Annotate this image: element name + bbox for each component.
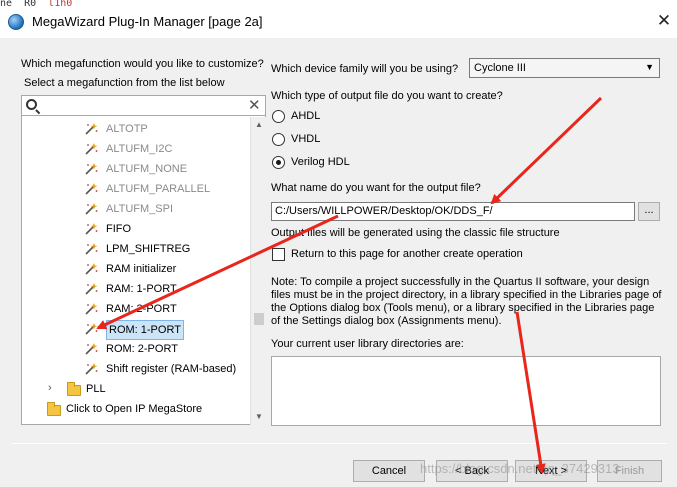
tree-scrollbar[interactable]: ▲ ▼	[250, 117, 266, 425]
radio-vhdl[interactable]	[272, 133, 285, 146]
tree-item-label: ROM: 2-PORT	[106, 343, 178, 355]
wand-icon	[84, 202, 98, 216]
wand-icon	[84, 342, 98, 356]
megafunction-list-panel: ✕ ALTOTP ALTUFM_I2C ALTUFM_NONE ALTUFM_PARA…	[21, 95, 266, 425]
tree-item-label: ALTUFM_PARALLEL	[106, 183, 211, 195]
annotation-arrow	[490, 96, 603, 205]
tree-item-label: Shift register (RAM-based)	[106, 363, 237, 375]
footer-divider	[12, 443, 667, 444]
output-type-label: Which type of output file do you want to…	[271, 90, 503, 102]
chevron-down-icon: ▼	[645, 62, 654, 72]
watermark: https://blog.csdn.net/qq_37429313	[420, 461, 620, 476]
title-bar: MegaWizard Plug-In Manager [page 2a] ✕	[0, 6, 677, 38]
radio-verilog-label: Verilog HDL	[291, 156, 350, 168]
note-line: Note: To compile a project successfully …	[271, 276, 650, 288]
library-dirs-label: Your current user library directories ar…	[271, 338, 464, 350]
scroll-up-icon[interactable]: ▲	[251, 117, 267, 133]
note-line: the Options dialog box (Tools menu), or …	[271, 302, 655, 314]
wand-icon	[84, 262, 98, 276]
clear-search-icon[interactable]: ✕	[248, 96, 261, 116]
megafunction-question: Which megafunction would you like to cus…	[21, 58, 264, 70]
scroll-down-icon[interactable]: ▼	[251, 409, 267, 425]
wand-icon	[84, 302, 98, 316]
wand-icon	[84, 142, 98, 156]
chevron-right-icon[interactable]: ›	[48, 382, 52, 394]
megastore-link-label: Click to Open IP MegaStore	[66, 403, 203, 415]
app-icon	[8, 14, 24, 30]
tree-item-label: RAM: 1-PORT	[106, 283, 177, 295]
device-family-value: Cyclone III	[474, 62, 526, 74]
return-checkbox-label: Return to this page for another create o…	[291, 248, 523, 260]
return-checkbox[interactable]	[272, 248, 285, 261]
device-family-select[interactable]: Cyclone III ▼	[469, 58, 660, 78]
tree-item-label: ALTUFM_SPI	[106, 203, 174, 215]
tree-item-label: RAM initializer	[106, 263, 177, 275]
radio-verilog[interactable]	[272, 156, 285, 169]
tree-item-label: ALTUFM_NONE	[106, 163, 188, 175]
wand-icon	[84, 182, 98, 196]
search-icon	[26, 99, 37, 110]
tree-item-label: LPM_SHIFTREG	[106, 243, 191, 255]
wand-icon	[84, 282, 98, 296]
close-icon[interactable]: ✕	[654, 10, 674, 32]
scroll-thumb[interactable]	[254, 313, 264, 325]
search-input[interactable]	[22, 96, 265, 116]
device-family-label: Which device family will you be using?	[271, 63, 459, 75]
tree-item-label: RAM: 2-PORT	[106, 303, 177, 315]
tree-item-label: FIFO	[106, 223, 132, 235]
wand-icon	[84, 222, 98, 236]
tree-item-label: ROM: 1-PORT	[106, 320, 184, 340]
compile-note: Note: To compile a project successfully …	[271, 276, 663, 328]
wand-icon	[84, 242, 98, 256]
wand-icon	[84, 362, 98, 376]
output-file-path-field[interactable]: C:/Users/WILLPOWER/Desktop/OK/DDS_F/	[271, 202, 635, 221]
folder-icon	[47, 402, 61, 416]
megafunction-instruction: Select a megafunction from the list belo…	[24, 77, 225, 89]
browse-button[interactable]: ...	[638, 202, 660, 221]
tree-folder-label: PLL	[86, 383, 106, 395]
radio-vhdl-label: VHDL	[291, 133, 321, 145]
tree-item-label: ALTUFM_I2C	[106, 143, 173, 155]
library-dirs-list[interactable]	[271, 356, 661, 426]
note-line: of the Settings dialog box (Assignments …	[271, 315, 502, 327]
radio-ahdl-label: AHDL	[291, 110, 321, 122]
note-line: files must be in the project directory, …	[271, 289, 662, 301]
output-name-label: What name do you want for the output fil…	[271, 182, 481, 194]
classic-structure-note: Output files will be generated using the…	[271, 227, 560, 239]
wand-icon	[84, 162, 98, 176]
cancel-button[interactable]: Cancel	[353, 460, 425, 482]
wand-icon	[84, 122, 98, 136]
wand-icon	[84, 322, 98, 336]
radio-ahdl[interactable]	[272, 110, 285, 123]
window-title: MegaWizard Plug-In Manager [page 2a]	[32, 14, 263, 29]
tree-item-label: ALTOTP	[106, 123, 148, 135]
folder-icon	[67, 382, 81, 396]
